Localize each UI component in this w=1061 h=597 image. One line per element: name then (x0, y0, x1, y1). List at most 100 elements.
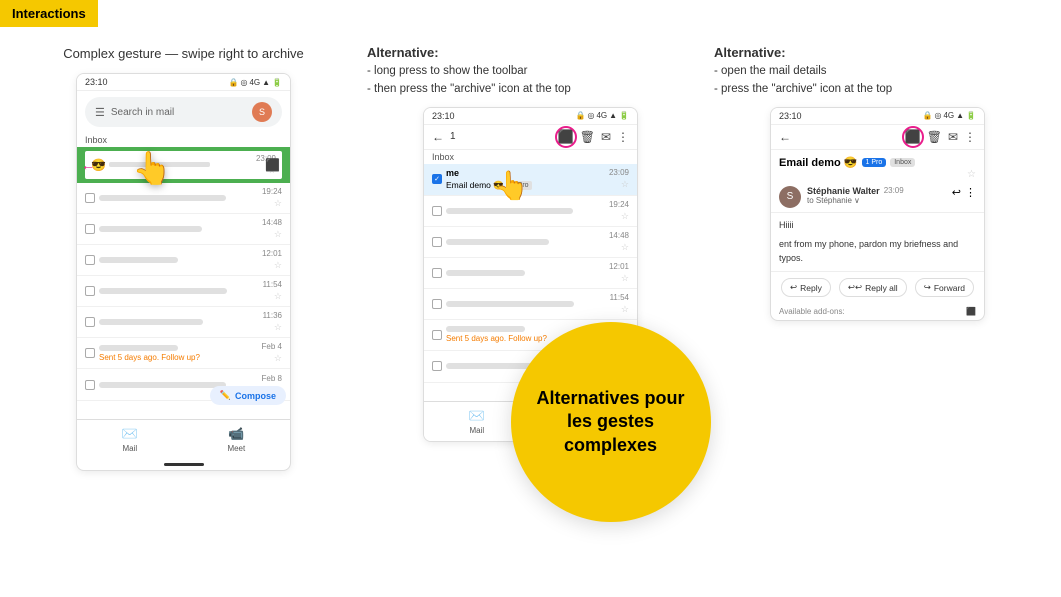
gesture-hand-2: 👆 (494, 169, 529, 202)
p2-email-row-4: 11:54 ☆ (424, 289, 637, 320)
sender-avatar: S (779, 186, 801, 208)
status-icons-3: 🔒 ◎ 4G ▲ 🔋 (922, 111, 976, 120)
email-icon-2[interactable]: ✉ (601, 130, 611, 144)
compose-button-1[interactable]: ✏️ Compose (210, 386, 286, 405)
reply-button[interactable]: ↩ Reply (781, 278, 831, 297)
checkbox-1[interactable] (85, 193, 95, 203)
email-bar-5 (99, 319, 203, 325)
detail-inbox-badge: Inbox (890, 158, 915, 167)
interactions-badge: Interactions (0, 0, 98, 27)
email-content-fu: Sent 5 days ago. Follow up? (99, 345, 258, 362)
toolbar-row-3: ← ⬛ 🗑 ✉ ⋮ (771, 125, 984, 150)
meta-1: 19:24 ☆ (262, 187, 282, 209)
p2-bar-fu (446, 326, 525, 332)
hamburger-icon: ☰ (95, 106, 105, 119)
compose-label-1: Compose (235, 391, 276, 401)
sender-name-row: Stéphanie Walter 23:09 (807, 186, 946, 196)
detail-title-area: Email demo 😎 1 Pro Inbox ☆ (771, 150, 984, 182)
email-row-5: 11:36 ☆ (77, 307, 290, 338)
p2-cb-3[interactable] (432, 268, 442, 278)
nav-meet-1[interactable]: 📹 Meet (227, 426, 245, 453)
mail-icon-1: ✉️ (122, 426, 138, 442)
detail-email-title: Email demo 😎 (779, 156, 858, 169)
email-icon-3[interactable]: ✉ (948, 130, 958, 144)
time-row-3: 12:01 (262, 249, 282, 258)
email-row-2: 14:48 ☆ (77, 214, 290, 245)
checkbox-3[interactable] (85, 255, 95, 265)
star-2: ☆ (274, 229, 282, 240)
checkbox-selected[interactable]: ✓ (432, 174, 442, 184)
time-row-5: 11:36 (263, 311, 282, 320)
reply-all-button[interactable]: ↩↩ Reply all (839, 278, 907, 297)
p2-cb-fu[interactable] (432, 330, 442, 340)
battery-icon-3: 🔋 (966, 111, 976, 120)
star-1: ☆ (274, 198, 282, 209)
checkbox-2[interactable] (85, 224, 95, 234)
more-icon-2[interactable]: ⋮ (617, 130, 629, 144)
p2-cb-4[interactable] (432, 299, 442, 309)
gesture-hand-1: 👆 (132, 149, 172, 187)
p2-time-4: 11:54 (610, 293, 629, 302)
time-row-2: 14:48 (262, 218, 282, 227)
meta-4: 11:54 ☆ (263, 280, 282, 302)
gmail-search-1[interactable]: ☰ Search in mail S (85, 97, 282, 127)
back-icon-2[interactable]: ← (432, 130, 444, 144)
mail-label-1: Mail (123, 444, 138, 453)
more-action-icon[interactable]: ⋮ (965, 186, 976, 199)
reply-icon-action[interactable]: ↩ (952, 186, 961, 199)
p2-meta-3: 12:01 ☆ (609, 262, 629, 284)
detail-pro-badge: 1 Pro (862, 158, 887, 167)
nav-mail-1[interactable]: ✉️ Mail (122, 426, 138, 453)
mail-label-2: Mail (470, 426, 485, 435)
more-icon-3[interactable]: ⋮ (964, 130, 976, 144)
battery-icon-2: 🔋 (619, 111, 629, 120)
delete-icon-2[interactable]: 🗑 (580, 130, 595, 144)
4g-icon-3: 4G (943, 111, 954, 120)
p2-bar-4 (446, 301, 574, 307)
p2-bar-1 (446, 208, 573, 214)
time-fu: Feb 4 (262, 342, 282, 351)
email-row-6: Feb 8 ☆ ✏️ Compose (77, 369, 290, 401)
time-row-1: 19:24 (262, 187, 282, 196)
delete-icon-3[interactable]: 🗑 (927, 130, 942, 144)
lock-icon-2: 🔒 (575, 111, 585, 120)
bottom-nav-1: ✉️ Mail 📹 Meet (77, 419, 290, 459)
inbox-label-1: Inbox (77, 133, 290, 147)
nav-mail-2[interactable]: ✉️ Mail (469, 408, 485, 435)
checkbox-6[interactable] (85, 380, 95, 390)
email-content-1 (99, 195, 258, 201)
checkbox-4[interactable] (85, 286, 95, 296)
reply-bar: ↩ Reply ↩↩ Reply all ↪ Forward (771, 271, 984, 303)
wifi-icon-3: ▲ (956, 111, 964, 120)
p2-cb-1[interactable] (432, 206, 442, 216)
forward-icon: ↪ (924, 282, 931, 293)
detail-star[interactable]: ☆ (967, 169, 976, 180)
p2-bar-2 (446, 239, 549, 245)
yellow-circle-overlay: Alternatives pour les gestes complexes (511, 322, 711, 522)
checkbox-5[interactable] (85, 317, 95, 327)
email-bar-2 (99, 226, 202, 232)
p2-meta-2: 14:48 ☆ (609, 231, 629, 253)
lock-icon-3: 🔒 (922, 111, 932, 120)
meta-fu: Feb 4 ☆ (262, 342, 282, 364)
p2-email-row-2: 14:48 ☆ (424, 227, 637, 258)
checkbox-fu[interactable] (85, 348, 95, 358)
sender-row: S Stéphanie Walter 23:09 to Stéphanie ∨ … (771, 182, 984, 213)
p2-time-1: 19:24 (609, 200, 629, 209)
p2-time-2: 14:48 (609, 231, 629, 240)
bottom-bar-1 (77, 459, 290, 470)
p2-star-2: ☆ (621, 242, 629, 253)
time-2: 23:10 (432, 111, 455, 121)
sender-time: 23:09 (884, 186, 904, 195)
forward-button[interactable]: ↪ Forward (915, 278, 974, 297)
lock-icon: 🔒 (228, 78, 238, 87)
meta-5: 11:36 ☆ (263, 311, 282, 333)
p2-cb-6[interactable] (432, 361, 442, 371)
p2-ec-3 (446, 270, 605, 276)
to-row: to Stéphanie ∨ (807, 196, 946, 205)
body-text: ent from my phone, pardon my briefness a… (779, 238, 976, 265)
p2-cb-2[interactable] (432, 237, 442, 247)
back-icon-3[interactable]: ← (779, 130, 791, 144)
archive-highlight-circle (555, 126, 577, 148)
archive-highlight-circle-3 (902, 126, 924, 148)
